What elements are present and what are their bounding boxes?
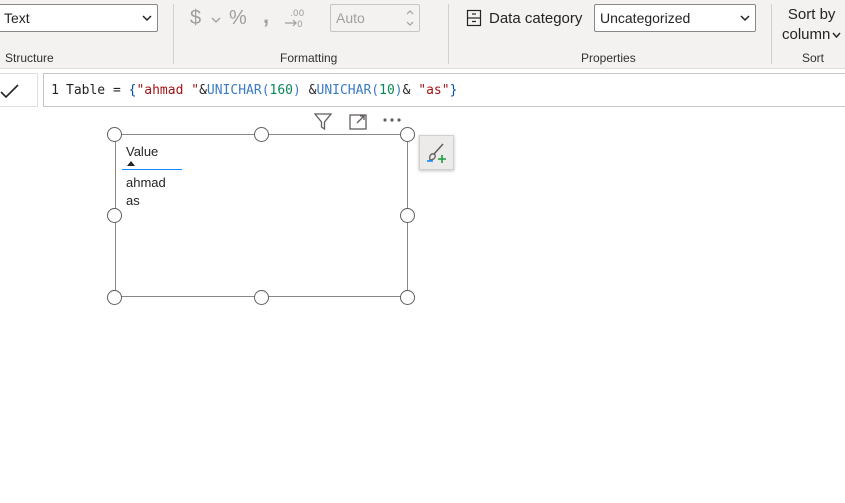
svg-text:0: 0 (297, 20, 303, 30)
svg-text:.00: .00 (290, 9, 305, 19)
currency-icon[interactable]: $ (190, 8, 201, 28)
formula-function-1: UNICHAR (206, 83, 262, 98)
formula-paren-2-close: ) (394, 83, 403, 98)
chevron-down-icon (142, 15, 152, 22)
chevron-down-icon (740, 15, 750, 22)
filter-icon[interactable] (313, 112, 333, 132)
resize-handle-bottom-right[interactable] (400, 290, 415, 305)
formula-function-2: UNICHAR (316, 83, 372, 98)
line-number: 1 (51, 83, 59, 98)
formula-operator: = (105, 83, 129, 98)
data-category-value: Uncategorized (600, 10, 691, 26)
group-divider (448, 4, 449, 64)
currency-chevron-icon[interactable] (211, 16, 221, 24)
resize-handle-right[interactable] (400, 208, 415, 223)
chevron-down-icon (832, 32, 841, 39)
formula-number-2: 10 (379, 83, 395, 98)
data-type-select[interactable]: Text (0, 4, 158, 32)
resize-handle-top[interactable] (254, 127, 269, 142)
more-options-icon[interactable] (382, 112, 402, 132)
formula-string-2: "as" (418, 83, 450, 98)
sort-group-label: Sort (802, 51, 825, 65)
resize-handle-bottom[interactable] (254, 290, 269, 305)
decimal-places-value: Auto (336, 10, 365, 26)
percent-icon[interactable]: % (229, 8, 247, 28)
formatting-group-label: Formatting (280, 51, 338, 65)
formula-string-1: "ahmad " (136, 83, 200, 98)
paintbrush-add-icon (427, 143, 446, 163)
sort-by-column-button[interactable]: Sort by column (782, 5, 841, 45)
group-divider (771, 4, 772, 64)
resize-handle-bottom-left[interactable] (107, 290, 122, 305)
sort-by-line2: column (782, 26, 831, 43)
resize-handle-top-left[interactable] (107, 127, 122, 142)
resize-handle-top-right[interactable] (400, 127, 415, 142)
formula-close-brace: } (449, 83, 458, 98)
data-category-select[interactable]: Uncategorized (594, 4, 756, 32)
checkmark-icon (0, 84, 19, 99)
formula-paren-1-open: ( (261, 83, 270, 98)
formula-amp-3: & (402, 83, 419, 98)
resize-handle-left[interactable] (107, 208, 122, 223)
data-category-label: Data category (489, 10, 583, 27)
formula-number-1: 160 (269, 83, 294, 98)
decimal-icon[interactable]: .00 0 (284, 6, 306, 30)
header-underline (122, 169, 182, 170)
decimal-places-input[interactable]: Auto (330, 4, 420, 32)
properties-group-label: Properties (581, 51, 636, 65)
formula-text: 1 Table = {"ahmad "&UNICHAR(160) &UNICHAR… (44, 83, 457, 98)
spin-down-icon[interactable] (405, 20, 415, 28)
data-category-icon (466, 9, 482, 27)
format-visual-button[interactable] (419, 135, 454, 170)
column-header-value[interactable]: Value (126, 144, 158, 159)
formula-bar: 1 Table = {"ahmad "&UNICHAR(160) &UNICHAR… (0, 70, 845, 110)
sort-ascending-icon (127, 161, 135, 166)
commit-button[interactable] (0, 73, 38, 107)
formula-amp-1: & (199, 83, 207, 98)
comma-icon[interactable]: , (263, 5, 269, 27)
sort-by-line1: Sort by (787, 6, 836, 23)
table-row: ahmad (126, 175, 166, 190)
formula-paren-1-close: ) (293, 83, 301, 98)
formula-input[interactable]: 1 Table = {"ahmad "&UNICHAR(160) &UNICHAR… (43, 73, 845, 107)
spin-up-icon[interactable] (405, 8, 415, 16)
focus-mode-icon[interactable] (348, 112, 368, 132)
table-visual[interactable]: Value ahmad as (115, 134, 408, 297)
formula-amp-2: & (300, 83, 317, 98)
data-type-value: Text (4, 10, 30, 26)
ribbon: Text Structure $ % , .00 0 Auto Formatti… (0, 0, 845, 69)
structure-group-label: Structure (5, 51, 54, 65)
table-row: as (126, 193, 140, 208)
formula-name: Table (66, 83, 106, 98)
group-divider (173, 4, 174, 64)
formula-paren-2-open: ( (371, 83, 380, 98)
